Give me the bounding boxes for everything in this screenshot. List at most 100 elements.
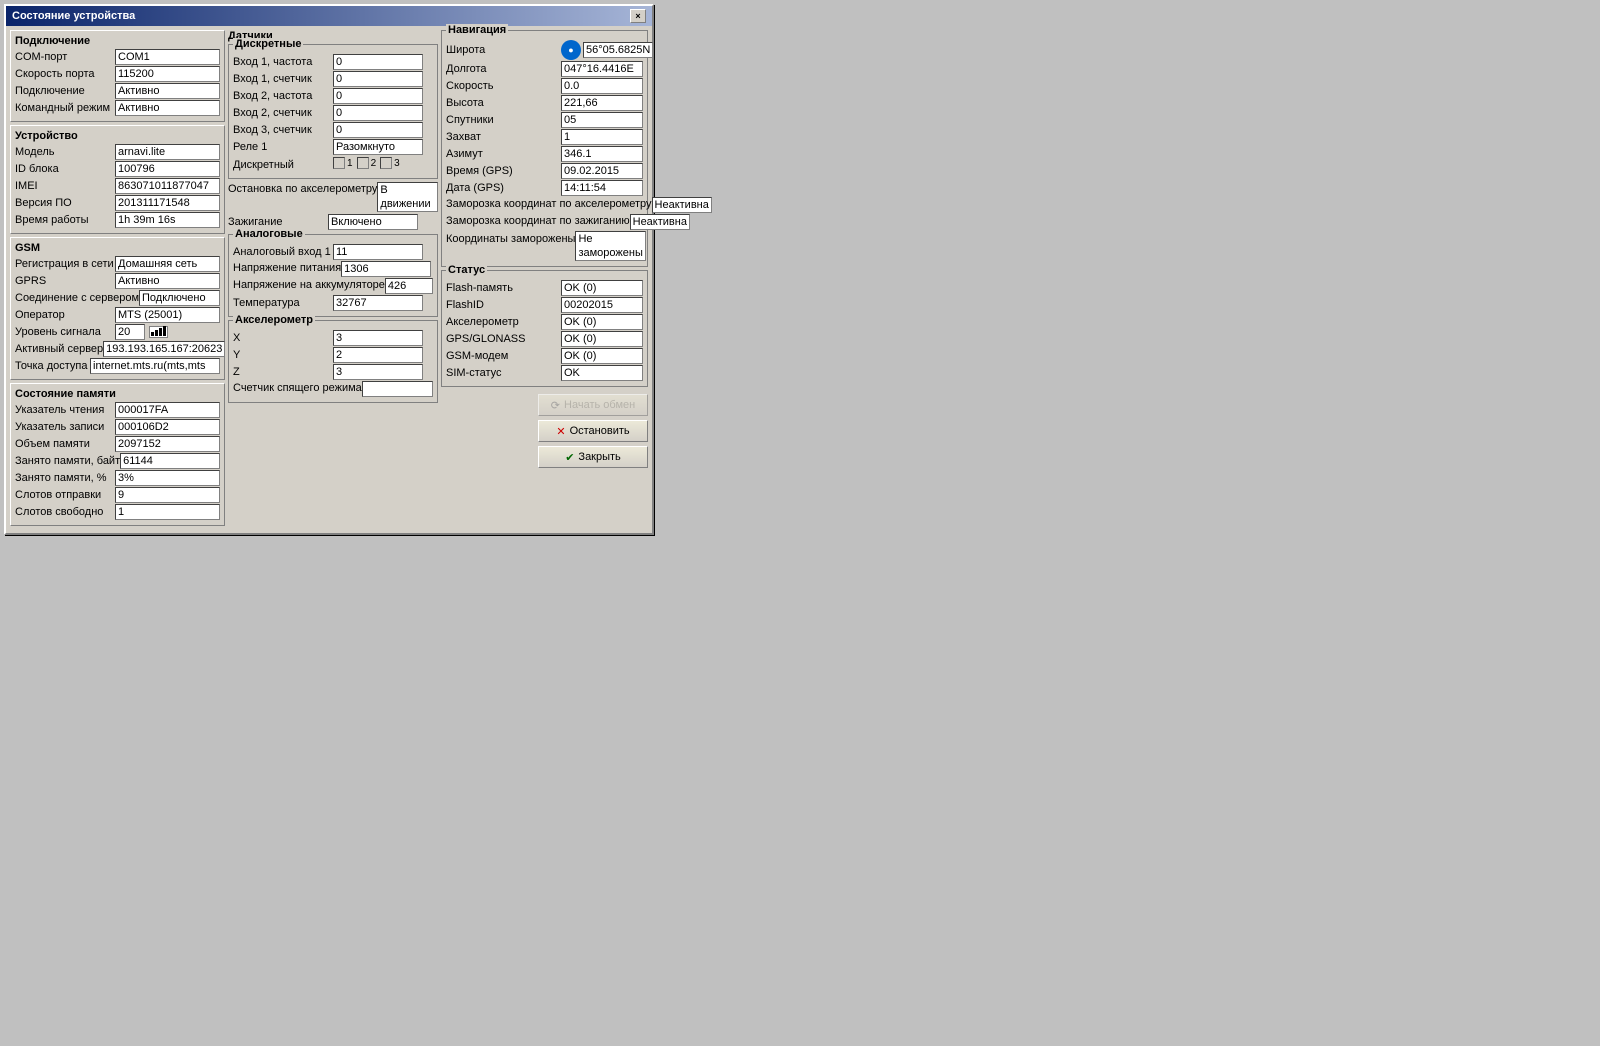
cmd-mode-row: Командный режим Активно [15, 100, 220, 116]
connection-title: Подключение [15, 35, 220, 47]
sim-value: OK [561, 365, 643, 381]
free-slots-label: Слотов свободно [15, 504, 115, 520]
gps-time-row: Время (GPS) 09.02.2015 [446, 163, 643, 179]
nav-section: Навигация Широта ● 56°05.6825N Долгота 0… [441, 30, 648, 267]
accel-freeze-value: Неактивна [652, 197, 712, 213]
cmd-mode-label: Командный режим [15, 100, 115, 116]
close-button[interactable]: × [630, 9, 646, 23]
server-conn-row: Соединение с сервером Подключено [15, 290, 220, 306]
accel-x-value: 3 [333, 330, 423, 346]
read-ptr-value: 000017FA [115, 402, 220, 418]
write-ptr-value: 000106D2 [115, 419, 220, 435]
close-icon: ✔ [565, 451, 574, 464]
mem-used-pct-value: 3% [115, 470, 220, 486]
active-server-label: Активный сервер [15, 341, 103, 357]
main-body: Подключение COM-порт COM1 Скорость порта… [6, 26, 652, 533]
cb3-checkbox[interactable] [380, 157, 392, 169]
azimuth-value: 346.1 [561, 146, 643, 162]
signal-bars-icon [149, 326, 168, 338]
flashid-label: FlashID [446, 297, 561, 313]
status-title: Статус [446, 264, 487, 276]
ignition-freeze-value: Неактивна [630, 214, 690, 230]
gsm-modem-value: OK (0) [561, 348, 643, 364]
read-ptr-label: Указатель чтения [15, 402, 115, 418]
coords-frozen-label: Координаты заморожены [446, 231, 575, 247]
satellites-value: 05 [561, 112, 643, 128]
uptime-row: Время работы 1h 39m 16s [15, 212, 220, 228]
free-slots-row: Слотов свободно 1 [15, 504, 220, 520]
mem-used-bytes-label: Занято памяти, байт [15, 453, 120, 469]
uptime-value: 1h 39m 16s [115, 212, 220, 228]
accel-status-value: OK (0) [561, 314, 643, 330]
accel-title: Акселерометр [233, 314, 315, 326]
status-section: Статус Flash-память OK (0) FlashID 00202… [441, 270, 648, 387]
analog-in1-label: Аналоговый вход 1 [233, 244, 333, 260]
server-conn-label: Соединение с сервером [15, 291, 139, 305]
flash-value: OK (0) [561, 280, 643, 296]
titlebar: Состояние устройства × [6, 6, 652, 26]
azimuth-label: Азимут [446, 146, 561, 162]
model-row: Модель arnavi.lite [15, 144, 220, 160]
sim-row: SIM-статус OK [446, 365, 643, 381]
accel-z-value: 3 [333, 364, 423, 380]
fix-value: 1 [561, 129, 643, 145]
gps-glonass-row: GPS/GLONASS OK (0) [446, 331, 643, 347]
com-port-row: COM-порт COM1 [15, 49, 220, 65]
free-slots-value: 1 [115, 504, 220, 520]
latitude-label: Широта [446, 42, 561, 58]
mem-used-pct-label: Занято памяти, % [15, 470, 115, 486]
in3-cnt-row: Вход 3, счетчик 0 [233, 122, 433, 138]
longitude-value: 047°16.4416E [561, 61, 643, 77]
cb2-checkbox[interactable] [357, 157, 369, 169]
accel-z-row: Z 3 [233, 364, 433, 380]
accel-y-value: 2 [333, 347, 423, 363]
speed-row: Скорость 0.0 [446, 78, 643, 94]
close-label: Закрыть [578, 451, 620, 463]
gps-date-row: Дата (GPS) 14:11:54 [446, 180, 643, 196]
gps-time-label: Время (GPS) [446, 163, 561, 179]
in3-cnt-label: Вход 3, счетчик [233, 122, 333, 138]
fix-row: Захват 1 [446, 129, 643, 145]
port-speed-label: Скорость порта [15, 66, 115, 82]
connection-label: Подключение [15, 83, 115, 99]
power-voltage-value: 1306 [341, 261, 431, 277]
device-title: Устройство [15, 130, 220, 142]
altitude-label: Высота [446, 95, 561, 111]
accel-y-label: Y [233, 347, 333, 363]
imei-row: IMEI 863071011877047 [15, 178, 220, 194]
operator-value: MTS (25001) [115, 307, 220, 323]
gps-glonass-value: OK (0) [561, 331, 643, 347]
fix-label: Захват [446, 129, 561, 145]
longitude-row: Долгота 047°16.4416E [446, 61, 643, 77]
analog-section: Аналоговые Аналоговый вход 1 11 Напряжен… [228, 234, 438, 317]
left-column: Подключение COM-порт COM1 Скорость порта… [10, 30, 225, 529]
discrete-title: Дискретные [233, 38, 303, 50]
sim-label: SIM-статус [446, 365, 561, 381]
mem-size-label: Объем памяти [15, 436, 115, 452]
gps-glonass-label: GPS/GLONASS [446, 331, 561, 347]
cb2-item: 2 [357, 157, 377, 169]
analog-title: Аналоговые [233, 228, 305, 240]
in1-freq-label: Вход 1, частота [233, 54, 333, 70]
relay1-value: Разомкнуто [333, 139, 423, 155]
in1-cnt-label: Вход 1, счетчик [233, 71, 333, 87]
mem-size-value: 2097152 [115, 436, 220, 452]
in1-freq-value: 0 [333, 54, 423, 70]
accel-inner: X 3 Y 2 Z 3 Счетчик спящего режима [233, 330, 433, 397]
write-ptr-row: Указатель записи 000106D2 [15, 419, 220, 435]
write-ptr-label: Указатель записи [15, 419, 115, 435]
mem-used-bytes-row: Занято памяти, байт 61144 [15, 453, 220, 469]
battery-voltage-value: 426 [385, 278, 433, 294]
stop-button[interactable]: ✕ Остановить [538, 420, 648, 442]
ignition-value: Включено [328, 214, 418, 230]
flashid-value: 00202015 [561, 297, 643, 313]
close-button[interactable]: ✔ Закрыть [538, 446, 648, 468]
com-port-value: COM1 [115, 49, 220, 65]
altitude-row: Высота 221,66 [446, 95, 643, 111]
active-server-value: 193.193.165.167:20623 [103, 341, 225, 357]
cb1-checkbox[interactable] [333, 157, 345, 169]
analog-in1-row: Аналоговый вход 1 11 [233, 244, 433, 260]
cb3-label: 3 [394, 158, 400, 169]
start-exchange-button[interactable]: ⟳ Начать обмен [538, 394, 648, 416]
coords-frozen-row: Координаты заморожены Не заморожены [446, 231, 643, 261]
